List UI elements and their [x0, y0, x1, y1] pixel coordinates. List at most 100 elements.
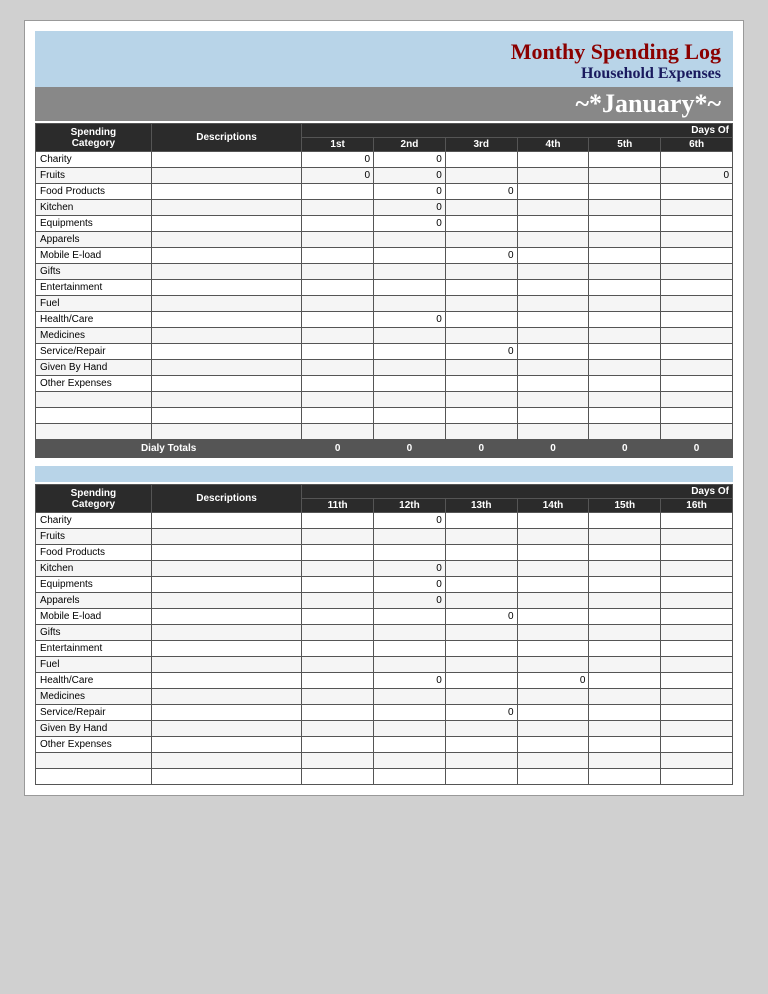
day4-cell[interactable] — [517, 296, 589, 312]
day12-cell[interactable] — [374, 705, 446, 721]
day16-cell[interactable] — [661, 593, 733, 609]
day11-cell[interactable] — [302, 673, 374, 689]
day16-cell[interactable] — [661, 673, 733, 689]
desc-cell[interactable] — [151, 168, 302, 184]
day1-cell[interactable] — [302, 424, 374, 440]
day15-cell[interactable] — [589, 641, 661, 657]
day15-cell[interactable] — [589, 529, 661, 545]
day11-cell[interactable] — [302, 545, 374, 561]
day16-cell[interactable] — [661, 577, 733, 593]
desc-cell[interactable] — [151, 216, 302, 232]
day3-cell[interactable] — [445, 280, 517, 296]
day15-cell[interactable] — [589, 753, 661, 769]
day3-cell[interactable] — [445, 264, 517, 280]
day5-cell[interactable] — [589, 280, 661, 296]
day5-cell[interactable] — [589, 360, 661, 376]
day3-cell[interactable] — [445, 168, 517, 184]
day13-cell[interactable] — [445, 529, 517, 545]
day15-cell[interactable] — [589, 673, 661, 689]
desc-cell[interactable] — [151, 280, 302, 296]
day13-cell[interactable] — [445, 657, 517, 673]
desc-cell[interactable] — [151, 360, 302, 376]
day13-cell[interactable] — [445, 753, 517, 769]
day16-cell[interactable] — [661, 753, 733, 769]
day3-cell[interactable] — [445, 376, 517, 392]
day11-cell[interactable] — [302, 657, 374, 673]
day12-cell[interactable] — [374, 625, 446, 641]
day13-cell[interactable] — [445, 689, 517, 705]
desc-cell[interactable] — [151, 264, 302, 280]
day6-cell[interactable] — [661, 264, 733, 280]
desc-cell[interactable] — [151, 424, 302, 440]
day6-cell[interactable] — [661, 232, 733, 248]
day2-cell[interactable] — [374, 360, 446, 376]
day11-cell[interactable] — [302, 577, 374, 593]
day13-cell[interactable] — [445, 625, 517, 641]
day16-cell[interactable] — [661, 689, 733, 705]
desc-cell[interactable] — [151, 753, 302, 769]
day4-cell[interactable] — [517, 424, 589, 440]
day4-cell[interactable] — [517, 280, 589, 296]
desc-cell[interactable] — [151, 737, 302, 753]
day16-cell[interactable] — [661, 609, 733, 625]
day2-cell[interactable] — [374, 296, 446, 312]
day2-cell[interactable]: 0 — [374, 200, 446, 216]
day4-cell[interactable] — [517, 264, 589, 280]
desc-cell[interactable] — [151, 705, 302, 721]
day3-cell[interactable]: 0 — [445, 248, 517, 264]
day1-cell[interactable] — [302, 360, 374, 376]
day11-cell[interactable] — [302, 593, 374, 609]
day12-cell[interactable] — [374, 689, 446, 705]
day14-cell[interactable] — [517, 513, 589, 529]
day14-cell[interactable] — [517, 721, 589, 737]
day12-cell[interactable] — [374, 769, 446, 785]
day2-cell[interactable]: 0 — [374, 168, 446, 184]
day2-cell[interactable]: 0 — [374, 216, 446, 232]
day5-cell[interactable] — [589, 392, 661, 408]
day16-cell[interactable] — [661, 769, 733, 785]
day6-cell[interactable] — [661, 424, 733, 440]
day4-cell[interactable] — [517, 248, 589, 264]
day15-cell[interactable] — [589, 705, 661, 721]
day4-cell[interactable] — [517, 232, 589, 248]
day3-cell[interactable] — [445, 328, 517, 344]
day4-cell[interactable] — [517, 216, 589, 232]
day15-cell[interactable] — [589, 689, 661, 705]
day5-cell[interactable] — [589, 296, 661, 312]
day3-cell[interactable] — [445, 216, 517, 232]
day15-cell[interactable] — [589, 609, 661, 625]
day1-cell[interactable] — [302, 184, 374, 200]
day5-cell[interactable] — [589, 168, 661, 184]
day12-cell[interactable] — [374, 737, 446, 753]
desc-cell[interactable] — [151, 392, 302, 408]
day5-cell[interactable] — [589, 328, 661, 344]
day2-cell[interactable]: 0 — [374, 184, 446, 200]
day2-cell[interactable] — [374, 264, 446, 280]
day6-cell[interactable] — [661, 296, 733, 312]
day14-cell[interactable]: 0 — [517, 673, 589, 689]
day12-cell[interactable] — [374, 545, 446, 561]
day14-cell[interactable] — [517, 769, 589, 785]
desc-cell[interactable] — [151, 673, 302, 689]
day13-cell[interactable] — [445, 769, 517, 785]
day13-cell[interactable] — [445, 513, 517, 529]
day11-cell[interactable] — [302, 513, 374, 529]
day3-cell[interactable]: 0 — [445, 184, 517, 200]
desc-cell[interactable] — [151, 376, 302, 392]
day16-cell[interactable] — [661, 657, 733, 673]
day5-cell[interactable] — [589, 376, 661, 392]
day2-cell[interactable]: 0 — [374, 152, 446, 168]
day1-cell[interactable] — [302, 328, 374, 344]
desc-cell[interactable] — [151, 561, 302, 577]
day1-cell[interactable] — [302, 232, 374, 248]
day16-cell[interactable] — [661, 625, 733, 641]
day4-cell[interactable] — [517, 184, 589, 200]
day6-cell[interactable] — [661, 216, 733, 232]
desc-cell[interactable] — [151, 689, 302, 705]
day5-cell[interactable] — [589, 184, 661, 200]
day16-cell[interactable] — [661, 513, 733, 529]
day5-cell[interactable] — [589, 344, 661, 360]
day5-cell[interactable] — [589, 200, 661, 216]
day1-cell[interactable] — [302, 376, 374, 392]
day14-cell[interactable] — [517, 593, 589, 609]
